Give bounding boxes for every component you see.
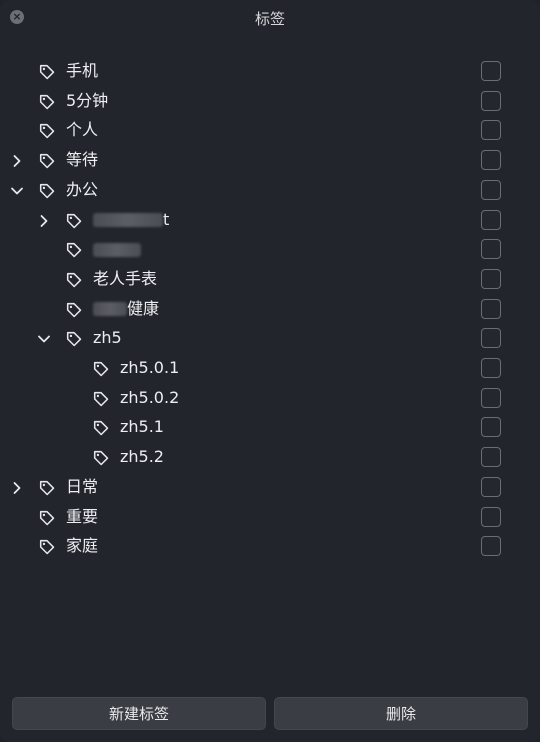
tag-checkbox[interactable] — [481, 536, 501, 557]
new-tag-button[interactable]: 新建标签 — [12, 697, 266, 730]
tag-label: 重要 — [66, 506, 98, 528]
tag-checkbox[interactable] — [481, 387, 501, 408]
tag-checkbox[interactable] — [481, 298, 501, 319]
tag-label-text: 老人手表 — [93, 268, 158, 288]
tag-checkbox[interactable] — [481, 61, 501, 81]
tag-label: 家庭 — [66, 535, 98, 557]
tag-icon — [65, 330, 83, 348]
tag-icon — [38, 93, 56, 111]
tag-checkbox[interactable] — [481, 120, 501, 141]
tag-icon — [38, 63, 56, 81]
tag-checkbox[interactable] — [481, 328, 501, 349]
tag-row[interactable]: zh5.0.2 — [0, 383, 540, 413]
tag-checkbox[interactable] — [481, 150, 501, 171]
tag-row[interactable]: zh5.0.1 — [0, 353, 540, 383]
tag-icon — [38, 538, 56, 556]
tag-label-text: 手机 — [66, 61, 99, 80]
tag-label-text: 办公 — [66, 179, 99, 199]
tag-icon — [38, 479, 56, 497]
tag-label-text: 健康 — [127, 298, 160, 318]
tag-row[interactable]: t — [0, 205, 540, 235]
tag-label: 办公 — [66, 179, 98, 201]
tag-row[interactable]: 个人 — [0, 115, 540, 145]
tags-dialog: × 标签 手机 5分钟个人等待办公 t 老人手表健康 zh5 zh5.0.1 zh5.0.2… — [0, 0, 540, 742]
redacted-text — [93, 242, 141, 257]
tag-row[interactable]: zh5 — [0, 323, 540, 353]
tag-label: zh5.0.1 — [120, 357, 179, 379]
footer-bar: 新建标签 删除 — [0, 697, 540, 733]
tag-checkbox[interactable] — [481, 239, 501, 260]
tag-checkbox[interactable] — [481, 90, 501, 111]
tag-checkbox[interactable] — [481, 506, 501, 527]
tag-label: 老人手表 — [93, 268, 157, 290]
tag-label-text: zh5.0.2 — [120, 387, 180, 407]
tag-label: t — [93, 209, 169, 231]
tag-icon — [65, 212, 83, 230]
tag-label-text: 重要 — [66, 506, 99, 526]
tag-icon — [38, 122, 56, 140]
tag-icon — [92, 390, 110, 408]
chevron-down-icon[interactable] — [37, 331, 51, 345]
tag-row[interactable]: 手机 — [0, 56, 540, 86]
tag-icon — [92, 360, 110, 378]
tag-label: 手机 — [66, 60, 98, 82]
dialog-title: 标签 — [254, 10, 285, 28]
tag-icon — [38, 182, 56, 200]
tag-label-text: zh5.1 — [120, 417, 164, 437]
tag-label-text: 5分钟 — [66, 90, 109, 110]
tag-label-text: zh5.2 — [120, 447, 164, 467]
tag-row[interactable]: 办公 — [0, 175, 540, 205]
tag-label: zh5.1 — [120, 416, 164, 438]
tag-label-text: 等待 — [66, 150, 99, 170]
tag-label: 日常 — [66, 476, 98, 498]
tag-checkbox[interactable] — [481, 209, 501, 230]
chevron-down-icon[interactable] — [10, 183, 24, 197]
tag-icon — [65, 301, 83, 319]
tag-icon — [92, 449, 110, 467]
tag-row[interactable]: zh5.2 — [0, 442, 540, 472]
tag-checkbox[interactable] — [481, 358, 501, 378]
redacted-text — [93, 302, 127, 317]
tag-label-text: 日常 — [66, 476, 99, 496]
chevron-right-icon[interactable] — [10, 153, 24, 167]
tag-label: zh5.2 — [120, 446, 164, 468]
tag-label: 健康 — [93, 298, 159, 320]
tag-row[interactable]: 日常 — [0, 472, 540, 502]
tag-checkbox[interactable] — [481, 179, 501, 200]
tag-label-text: 家庭 — [66, 536, 99, 556]
delete-button[interactable]: 删除 — [274, 697, 528, 730]
tag-row[interactable]: 家庭 — [0, 531, 540, 561]
tag-icon — [92, 419, 110, 437]
tag-icon — [38, 509, 56, 527]
tag-checkbox[interactable] — [481, 476, 501, 497]
tag-label-text: zh5.0.1 — [120, 358, 180, 377]
tag-row[interactable] — [0, 234, 540, 264]
tag-icon — [65, 241, 83, 259]
tag-label-text: t — [163, 209, 170, 229]
chevron-right-icon[interactable] — [37, 213, 51, 227]
tag-label — [93, 238, 141, 260]
tag-row[interactable]: 重要 — [0, 502, 540, 532]
tag-icon — [65, 271, 83, 289]
tag-checkbox[interactable] — [481, 417, 501, 438]
tag-label: 等待 — [66, 149, 98, 171]
tag-checkbox[interactable] — [481, 447, 501, 468]
tag-label: 5分钟 — [66, 90, 108, 112]
redacted-text — [93, 213, 163, 227]
tag-label-text: zh5 — [93, 328, 122, 348]
title-bar: × 标签 — [0, 0, 540, 36]
tag-label: 个人 — [66, 119, 98, 141]
tag-row[interactable]: zh5.1 — [0, 412, 540, 442]
tag-row[interactable]: 健康 — [0, 294, 540, 324]
tag-row[interactable]: 5分钟 — [0, 86, 540, 116]
chevron-right-icon[interactable] — [10, 480, 24, 494]
tag-row[interactable]: 老人手表 — [0, 264, 540, 294]
tag-icon — [38, 152, 56, 170]
tag-label: zh5 — [93, 327, 122, 349]
tag-label: zh5.0.2 — [120, 387, 179, 409]
tag-label-text: 个人 — [66, 120, 99, 140]
tag-checkbox[interactable] — [481, 268, 501, 289]
tag-row[interactable]: 等待 — [0, 145, 540, 175]
